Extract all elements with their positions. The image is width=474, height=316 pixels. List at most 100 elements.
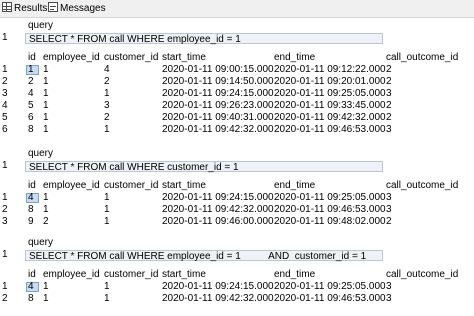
cell-end-time[interactable]: 2020-01-11 09:25:05.000 — [274, 88, 386, 100]
column-header-start-time[interactable]: start_time — [162, 269, 206, 281]
table-row[interactable]: 6 8 1 1 2020-01-11 09:42:32.000 2020-01-11 09… — [0, 124, 474, 136]
cell-id[interactable]: 4 — [28, 281, 34, 293]
column-header-call-outcome-id[interactable]: call_outcome_id — [386, 52, 458, 64]
cell-id[interactable]: 4 — [28, 88, 34, 100]
cell-start-time[interactable]: 2020-01-11 09:26:23.000 — [162, 100, 274, 112]
cell-end-time[interactable]: 2020-01-11 09:25:05.000 — [274, 281, 386, 293]
cell-call-outcome-id[interactable]: 3 — [386, 281, 392, 293]
cell-call-outcome-id[interactable]: 2 — [386, 216, 392, 228]
column-header-start-time[interactable]: start_time — [162, 52, 206, 64]
table-row[interactable]: 2 2 1 2 2020-01-11 09:14:50.000 2020-01-11 09… — [0, 76, 474, 88]
cell-customer-id[interactable]: 3 — [104, 100, 110, 112]
cell-customer-id[interactable]: 1 — [104, 124, 110, 136]
column-header-id[interactable]: id — [28, 269, 36, 281]
cell-customer-id[interactable]: 1 — [104, 88, 110, 100]
cell-employee-id[interactable]: 1 — [43, 100, 49, 112]
cell-end-time[interactable]: 2020-01-11 09:33:45.000 — [274, 100, 386, 112]
table-row[interactable]: 5 6 1 2 2020-01-11 09:40:31.000 2020-01-11 09… — [0, 112, 474, 124]
table-row[interactable]: 2 8 1 1 2020-01-11 09:42:32.000 2020-01-11 09… — [0, 293, 474, 305]
query-column-header[interactable]: query — [28, 20, 53, 32]
table-row[interactable]: 1 1 1 4 2020-01-11 09:00:15.000 2020-01-11 09… — [0, 64, 474, 76]
column-header-employee-id[interactable]: employee_id — [43, 269, 100, 281]
cell-employee-id[interactable]: 1 — [43, 204, 49, 216]
table-row[interactable]: 4 5 1 3 2020-01-11 09:26:23.000 2020-01-11 09… — [0, 100, 474, 112]
cell-customer-id[interactable]: 1 — [104, 216, 110, 228]
cell-customer-id[interactable]: 1 — [104, 204, 110, 216]
cell-call-outcome-id[interactable]: 3 — [386, 124, 392, 136]
cell-call-outcome-id[interactable]: 3 — [386, 293, 392, 305]
cell-employee-id[interactable]: 1 — [43, 281, 49, 293]
cell-start-time[interactable]: 2020-01-11 09:24:15.000 — [162, 281, 274, 293]
column-header-employee-id[interactable]: employee_id — [43, 180, 100, 192]
query-column-header[interactable]: query — [28, 148, 53, 160]
column-header-employee-id[interactable]: employee_id — [43, 52, 100, 64]
cell-id[interactable]: 9 — [28, 216, 34, 228]
table-row[interactable]: 1 4 1 1 2020-01-11 09:24:15.000 2020-01-11 09… — [0, 192, 474, 204]
cell-id[interactable]: 5 — [28, 100, 34, 112]
query-text-cell[interactable]: SELECT * FROM call WHERE employee_id = 1 — [25, 33, 383, 45]
cell-end-time[interactable]: 2020-01-11 09:25:05.000 — [274, 192, 386, 204]
cell-customer-id[interactable]: 1 — [104, 192, 110, 204]
cell-call-outcome-id[interactable]: 3 — [386, 192, 392, 204]
column-header-customer-id[interactable]: customer_id — [104, 269, 158, 281]
query-column-header[interactable]: query — [28, 237, 53, 249]
cell-call-outcome-id[interactable]: 2 — [386, 76, 392, 88]
query-text-cell[interactable]: SELECT * FROM call WHERE customer_id = 1 — [25, 161, 383, 173]
cell-customer-id[interactable]: 1 — [104, 293, 110, 305]
cell-employee-id[interactable]: 1 — [43, 192, 49, 204]
cell-employee-id[interactable]: 2 — [43, 216, 49, 228]
cell-start-time[interactable]: 2020-01-11 09:42:32.000 — [162, 293, 274, 305]
cell-start-time[interactable]: 2020-01-11 09:24:15.000 — [162, 88, 274, 100]
table-row[interactable]: 2 8 1 1 2020-01-11 09:42:32.000 2020-01-11 09… — [0, 204, 474, 216]
column-header-end-time[interactable]: end_time — [274, 52, 315, 64]
cell-end-time[interactable]: 2020-01-11 09:12:22.000 — [274, 64, 386, 76]
cell-end-time[interactable]: 2020-01-11 09:20:01.000 — [274, 76, 386, 88]
column-header-start-time[interactable]: start_time — [162, 180, 206, 192]
column-header-id[interactable]: id — [28, 180, 36, 192]
cell-start-time[interactable]: 2020-01-11 09:42:32.000 — [162, 124, 274, 136]
cell-employee-id[interactable]: 1 — [43, 76, 49, 88]
column-header-end-time[interactable]: end_time — [274, 180, 315, 192]
cell-start-time[interactable]: 2020-01-11 09:24:15.000 — [162, 192, 274, 204]
cell-end-time[interactable]: 2020-01-11 09:46:53.000 — [274, 293, 386, 305]
query-text-cell[interactable]: SELECT * FROM call WHERE employee_id = 1… — [25, 250, 383, 262]
column-header-call-outcome-id[interactable]: call_outcome_id — [386, 269, 458, 281]
column-header-id[interactable]: id — [28, 52, 36, 64]
table-row[interactable]: 1 4 1 1 2020-01-11 09:24:15.000 2020-01-11 09… — [0, 281, 474, 293]
cell-customer-id[interactable]: 2 — [104, 112, 110, 124]
column-header-call-outcome-id[interactable]: call_outcome_id — [386, 180, 458, 192]
cell-id[interactable]: 8 — [28, 293, 34, 305]
cell-start-time[interactable]: 2020-01-11 09:46:00.000 — [162, 216, 274, 228]
cell-customer-id[interactable]: 2 — [104, 76, 110, 88]
cell-call-outcome-id[interactable]: 3 — [386, 204, 392, 216]
cell-call-outcome-id[interactable]: 2 — [386, 112, 392, 124]
cell-call-outcome-id[interactable]: 2 — [386, 100, 392, 112]
cell-id[interactable]: 8 — [28, 204, 34, 216]
cell-end-time[interactable]: 2020-01-11 09:46:53.000 — [274, 204, 386, 216]
cell-id[interactable]: 4 — [28, 192, 34, 204]
cell-employee-id[interactable]: 1 — [43, 112, 49, 124]
cell-id[interactable]: 1 — [28, 64, 34, 76]
cell-start-time[interactable]: 2020-01-11 09:40:31.000 — [162, 112, 274, 124]
column-header-customer-id[interactable]: customer_id — [104, 180, 158, 192]
column-header-end-time[interactable]: end_time — [274, 269, 315, 281]
column-header-customer-id[interactable]: customer_id — [104, 52, 158, 64]
cell-call-outcome-id[interactable]: 2 — [386, 64, 392, 76]
tab-messages[interactable]: Messages — [48, 2, 106, 15]
cell-id[interactable]: 2 — [28, 76, 34, 88]
table-row[interactable]: 3 4 1 1 2020-01-11 09:24:15.000 2020-01-11 09… — [0, 88, 474, 100]
cell-start-time[interactable]: 2020-01-11 09:42:32.000 — [162, 204, 274, 216]
cell-start-time[interactable]: 2020-01-11 09:00:15.000 — [162, 64, 274, 76]
cell-customer-id[interactable]: 4 — [104, 64, 110, 76]
cell-id[interactable]: 6 — [28, 112, 34, 124]
cell-end-time[interactable]: 2020-01-11 09:42:32.000 — [274, 112, 386, 124]
cell-customer-id[interactable]: 1 — [104, 281, 110, 293]
cell-employee-id[interactable]: 1 — [43, 88, 49, 100]
cell-start-time[interactable]: 2020-01-11 09:14:50.000 — [162, 76, 274, 88]
cell-employee-id[interactable]: 1 — [43, 293, 49, 305]
table-row[interactable]: 3 9 2 1 2020-01-11 09:46:00.000 2020-01-11 09… — [0, 216, 474, 228]
cell-id[interactable]: 8 — [28, 124, 34, 136]
cell-end-time[interactable]: 2020-01-11 09:46:53.000 — [274, 124, 386, 136]
cell-employee-id[interactable]: 1 — [43, 64, 49, 76]
tab-results[interactable]: Results — [2, 2, 47, 15]
